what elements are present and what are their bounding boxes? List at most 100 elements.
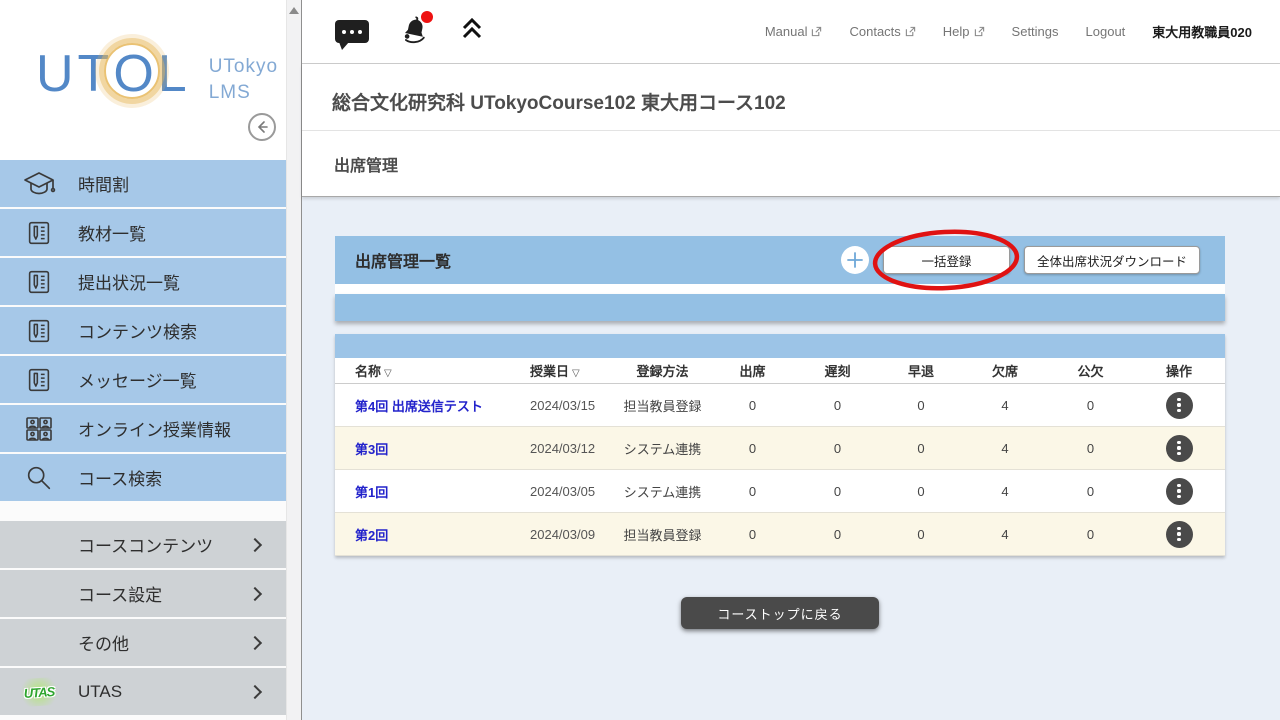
table-row: 第3回 2024/03/12 システム連携 0 0 0 4 0 [335, 427, 1225, 470]
table-row: 第4回 出席送信テスト 2024/03/15 担当教員登録 0 0 0 4 0 [335, 384, 1225, 427]
logo-o-rings: O [104, 43, 161, 103]
sidebar-collapse-button[interactable] [248, 113, 276, 141]
column-header-late: 遅刻 [824, 364, 851, 379]
sidebar-menu: 時間割 教材一覧 提出状況一覧 コンテンツ検索 メッセージ一覧 オンライン授業情… [0, 160, 286, 715]
external-link-icon [905, 26, 915, 37]
search-icon [0, 463, 78, 493]
arrow-left-icon [257, 121, 268, 133]
sidebar-item-online-class[interactable]: オンライン授業情報 [0, 405, 286, 452]
nav-link-logout[interactable]: Logout [1086, 24, 1126, 39]
sidebar-item-course-settings[interactable]: コース設定 [0, 570, 286, 617]
logo-letter: UT [36, 45, 114, 103]
column-header-actions: 操作 [1165, 364, 1192, 379]
class-date: 2024/03/09 [530, 526, 596, 542]
sidebar-scrollbar[interactable] [286, 0, 301, 720]
messages-icon[interactable] [335, 20, 369, 50]
panel-title: 出席管理一覧 [355, 254, 452, 271]
attendance-panel-header: 出席管理一覧 一括登録 全体出席状況ダウンロード [335, 229, 1225, 291]
sort-icon[interactable]: ▽ [572, 368, 580, 379]
column-header-method: 登録方法 [636, 364, 689, 379]
external-link-icon [974, 26, 984, 37]
panel-footer-strip [335, 294, 1225, 321]
chevron-right-icon [247, 586, 263, 601]
sidebar-item-course-search[interactable]: コース検索 [0, 454, 286, 501]
excused-count: 0 [1086, 440, 1095, 456]
late-count: 0 [833, 440, 842, 456]
logo-letter: L [157, 45, 191, 103]
page-title: 出席管理 [334, 158, 399, 175]
content-area: 出席管理一覧 一括登録 全体出席状況ダウンロード 名称 ▽ 授業日 ▽ 登録方法… [302, 197, 1280, 720]
logo-area: UT O L UTokyo LMS [0, 0, 286, 160]
class-date: 2024/03/12 [530, 440, 596, 456]
late-count: 0 [833, 483, 842, 499]
sidebar-item-label: UTAS [78, 681, 123, 701]
excused-count: 0 [1086, 397, 1095, 413]
nav-icon-group [335, 11, 485, 50]
column-header-absent: 欠席 [991, 364, 1018, 379]
sidebar-item-utas[interactable]: UTAS UTAS [0, 668, 286, 715]
sidebar-item-label: コース検索 [78, 470, 163, 489]
attendance-table: 名称 ▽ 授業日 ▽ 登録方法 出席 遅刻 早退 欠席 公欠 操作 第4回 出席送信… [335, 334, 1225, 556]
utol-logo: UT O L UTokyo LMS [36, 43, 279, 105]
row-actions-menu-icon[interactable] [1165, 477, 1193, 505]
sidebar-item-content-search[interactable]: コンテンツ検索 [0, 307, 286, 354]
notifications-bell-icon[interactable] [399, 11, 433, 49]
early-leave-count: 0 [917, 526, 925, 542]
clipboard-icon [0, 267, 78, 297]
attendance-name-link[interactable]: 第2回 [335, 525, 520, 544]
add-attendance-button[interactable] [840, 246, 869, 274]
utas-logo-icon: UTAS [17, 676, 61, 707]
present-count: 0 [748, 483, 757, 499]
early-leave-count: 0 [917, 397, 925, 413]
chevron-right-icon [247, 684, 263, 699]
table-top-bar [335, 334, 1225, 358]
attendance-name-link[interactable]: 第4回 出席送信テスト [335, 396, 520, 415]
download-attendance-button[interactable]: 全体出席状況ダウンロード [1023, 246, 1200, 274]
register-method: 担当教員登録 [623, 527, 702, 543]
sidebar-item-messages[interactable]: メッセージ一覧 [0, 356, 286, 403]
late-count: 0 [833, 526, 842, 542]
chevron-right-icon [247, 635, 263, 650]
logo-subtext: UTokyo LMS [208, 56, 279, 103]
row-actions-menu-icon[interactable] [1165, 391, 1193, 419]
sidebar-item-materials[interactable]: 教材一覧 [0, 209, 286, 256]
column-header-name[interactable]: 名称 ▽ [335, 361, 520, 380]
collapse-header-icon[interactable] [459, 16, 485, 47]
row-actions-menu-icon[interactable] [1165, 520, 1193, 548]
back-to-course-top-button[interactable]: コーストップに戻る [681, 597, 879, 629]
nav-link-settings[interactable]: Settings [1012, 24, 1059, 39]
course-title: 総合文化研究科 UTokyoCourse102 東大用コース102 [332, 93, 786, 114]
row-actions-menu-icon[interactable] [1165, 434, 1193, 462]
nav-link-help[interactable]: Help [943, 24, 985, 39]
external-link-icon [812, 26, 822, 37]
late-count: 0 [833, 397, 842, 413]
sidebar-item-submissions[interactable]: 提出状況一覧 [0, 258, 286, 305]
sort-icon[interactable]: ▽ [384, 368, 392, 379]
attendance-name-link[interactable]: 第3回 [335, 439, 520, 458]
column-header-date[interactable]: 授業日 ▽ [520, 361, 615, 380]
table-row: 第2回 2024/03/09 担当教員登録 0 0 0 4 0 [335, 513, 1225, 556]
table-header-row: 名称 ▽ 授業日 ▽ 登録方法 出席 遅刻 早退 欠席 公欠 操作 [335, 358, 1225, 384]
sidebar-item-label: メッセージ一覧 [78, 372, 197, 391]
sidebar-item-label: コンテンツ検索 [78, 323, 197, 342]
bulk-register-button[interactable]: 一括登録 [882, 246, 1010, 274]
attendance-name-link[interactable]: 第1回 [335, 482, 520, 501]
sidebar-section-gap [0, 503, 286, 521]
table-row: 第1回 2024/03/05 システム連携 0 0 0 4 0 [335, 470, 1225, 513]
sidebar-item-others[interactable]: その他 [0, 619, 286, 666]
early-leave-count: 0 [917, 483, 925, 499]
sidebar-item-label: オンライン授業情報 [78, 421, 231, 440]
sidebar-item-label: コースコンテンツ [78, 537, 214, 556]
present-count: 0 [748, 397, 757, 413]
nav-link-contacts[interactable]: Contacts [849, 24, 915, 39]
sidebar-item-timetable[interactable]: 時間割 [0, 160, 286, 207]
sidebar-item-label: コース設定 [78, 586, 163, 605]
sidebar-item-course-contents[interactable]: コースコンテンツ [0, 521, 286, 568]
column-header-excused: 公欠 [1077, 364, 1104, 379]
attendance-panel: 出席管理一覧 一括登録 全体出席状況ダウンロード [335, 229, 1225, 321]
scrollbar-up-arrow[interactable] [289, 7, 299, 14]
sidebar-item-label: 時間割 [78, 176, 129, 195]
sidebar-item-label: 教材一覧 [78, 225, 146, 244]
clipboard-icon [0, 218, 78, 248]
nav-link-manual[interactable]: Manual [765, 24, 823, 39]
